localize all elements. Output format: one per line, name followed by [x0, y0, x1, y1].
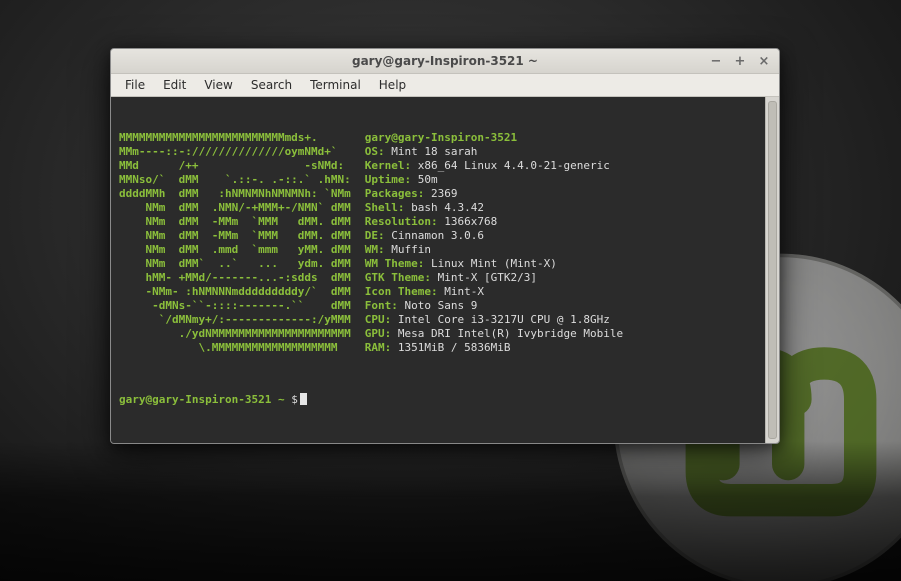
- terminal-viewport[interactable]: MMMMMMMMMMMMMMMMMMMMMMMMMmds+. MMm----::…: [111, 97, 765, 443]
- ascii-line: \.MMMMMMMMMMMMMMMMMMM: [119, 341, 338, 354]
- ascii-line: -NMm- :hNMNNNmdddddddddy/` dMM: [119, 285, 351, 298]
- window-title: gary@gary-Inspiron-3521 ~: [352, 54, 538, 68]
- ascii-art: MMMMMMMMMMMMMMMMMMMMMMMMMmds+. MMm----::…: [119, 131, 351, 355]
- maximize-icon: +: [735, 55, 746, 68]
- info-label: WM:: [365, 243, 385, 256]
- ascii-line: MMm----::-://////////////oymNMd+`: [119, 145, 338, 158]
- titlebar[interactable]: gary@gary-Inspiron-3521 ~ − + ×: [111, 49, 779, 74]
- ascii-line: -dMNs-``-::::-------.`` dMM: [119, 299, 351, 312]
- ascii-line: NMm dMM -MMm `MMM dMM. dMM: [119, 229, 351, 242]
- info-value: 2369: [431, 187, 458, 200]
- ascii-line: NMm dMM .NMN/-+MMM+-/NMN` dMM: [119, 201, 351, 214]
- info-label: DE:: [365, 229, 385, 242]
- menu-search[interactable]: Search: [243, 75, 300, 95]
- cursor-icon: [300, 393, 307, 405]
- ascii-line: NMm dMM` ..` ... ydm. dMM: [119, 257, 351, 270]
- ascii-line: hMM- +MMd/-------...-:sdds dMM: [119, 271, 351, 284]
- menu-edit[interactable]: Edit: [155, 75, 194, 95]
- prompt-line[interactable]: gary@gary-Inspiron-3521 ~ $: [119, 393, 757, 407]
- info-value: 1366x768: [444, 215, 497, 228]
- ascii-line: ddddMMh dMM :hNMNMNhNMNMNh: `NMm: [119, 187, 351, 200]
- info-label: WM Theme:: [365, 257, 425, 270]
- scrollbar-thumb[interactable]: [768, 101, 777, 439]
- ascii-line: `/dMNmy+/:-------------:/yMMM: [119, 313, 351, 326]
- menu-label: Edit: [163, 78, 186, 92]
- info-value: x86_64 Linux 4.4.0-21-generic: [418, 159, 610, 172]
- sysinfo-at: @: [391, 131, 398, 144]
- info-value: Cinnamon 3.0.6: [391, 229, 484, 242]
- ascii-line: NMm dMM -MMm `MMM dMM. dMM: [119, 215, 351, 228]
- info-value: 1351MiB / 5836MiB: [398, 341, 511, 354]
- info-value: Noto Sans 9: [405, 299, 478, 312]
- info-label: GTK Theme:: [365, 271, 431, 284]
- menu-file[interactable]: File: [117, 75, 153, 95]
- info-value: Intel Core i3-3217U CPU @ 1.8GHz: [398, 313, 610, 326]
- minimize-icon: −: [711, 55, 722, 68]
- info-label: CPU:: [365, 313, 392, 326]
- terminal-window: gary@gary-Inspiron-3521 ~ − + × File Edi…: [110, 48, 780, 444]
- menu-label: Help: [379, 78, 406, 92]
- prompt-host: gary-Inspiron-3521: [152, 393, 271, 406]
- info-label: Kernel:: [365, 159, 411, 172]
- info-label: GPU:: [365, 327, 392, 340]
- info-value: Muffin: [391, 243, 431, 256]
- ascii-line: MMNso/` dMM `.::-. .-::.` .hMN:: [119, 173, 351, 186]
- info-label: Packages:: [365, 187, 425, 200]
- info-label: OS:: [365, 145, 385, 158]
- info-label: RAM:: [365, 341, 392, 354]
- info-label: Resolution:: [365, 215, 438, 228]
- scrollbar[interactable]: [765, 97, 779, 443]
- menu-terminal[interactable]: Terminal: [302, 75, 369, 95]
- sysinfo: gary@gary-Inspiron-3521 OS: Mint 18 sara…: [351, 131, 623, 355]
- info-value: bash 4.3.42: [411, 201, 484, 214]
- info-label: Uptime:: [365, 173, 411, 186]
- ascii-line: MMd /++ -sNMd:: [119, 159, 344, 172]
- menu-view[interactable]: View: [196, 75, 240, 95]
- info-value: Mint-X [GTK2/3]: [438, 271, 537, 284]
- floor-reflection: [0, 441, 901, 581]
- close-icon: ×: [759, 55, 770, 68]
- minimize-button[interactable]: −: [707, 52, 725, 70]
- info-label: Shell:: [365, 201, 405, 214]
- sysinfo-host: gary-Inspiron-3521: [398, 131, 517, 144]
- sysinfo-user: gary: [365, 131, 392, 144]
- close-button[interactable]: ×: [755, 52, 773, 70]
- info-value: 50m: [418, 173, 438, 186]
- info-label: Font:: [365, 299, 398, 312]
- ascii-line: MMMMMMMMMMMMMMMMMMMMMMMMMmds+.: [119, 131, 318, 144]
- menu-label: View: [204, 78, 232, 92]
- menu-label: Search: [251, 78, 292, 92]
- prompt-user: gary: [119, 393, 146, 406]
- prompt-symbol: $: [291, 393, 298, 406]
- menu-help[interactable]: Help: [371, 75, 414, 95]
- window-controls: − + ×: [707, 52, 773, 70]
- info-value: Mint 18 sarah: [391, 145, 477, 158]
- info-value: Linux Mint (Mint-X): [431, 257, 557, 270]
- ascii-line: ./ydNMMMMMMMMMMMMMMMMMMMMM: [119, 327, 351, 340]
- maximize-button[interactable]: +: [731, 52, 749, 70]
- info-label: Icon Theme:: [365, 285, 438, 298]
- menu-label: Terminal: [310, 78, 361, 92]
- menu-label: File: [125, 78, 145, 92]
- ascii-line: NMm dMM .mmd `mmm yMM. dMM: [119, 243, 351, 256]
- info-value: Mint-X: [444, 285, 484, 298]
- info-value: Mesa DRI Intel(R) Ivybridge Mobile: [398, 327, 623, 340]
- menubar: File Edit View Search Terminal Help: [111, 74, 779, 97]
- prompt-cwd: ~: [278, 393, 285, 406]
